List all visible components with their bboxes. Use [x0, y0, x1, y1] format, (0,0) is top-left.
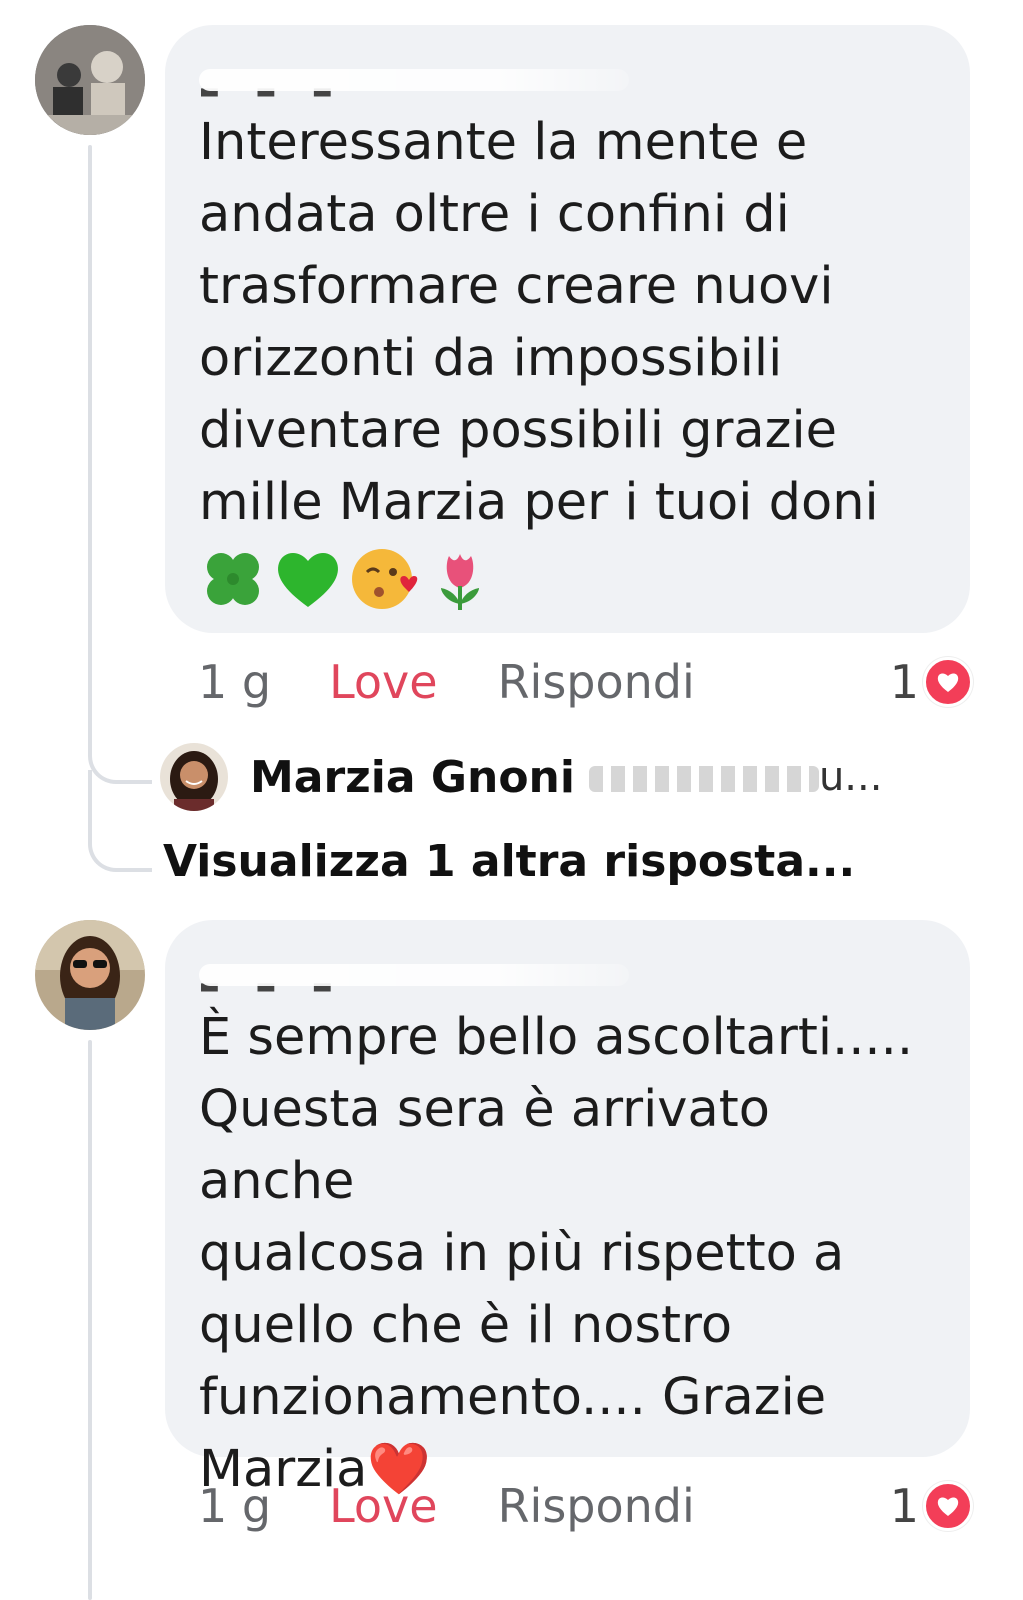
commenter-avatar[interactable] — [35, 25, 145, 135]
redacted-author-name[interactable]: ▬ ▬ ▬ — [199, 63, 629, 104]
green-heart-icon — [278, 552, 338, 607]
redacted-preview — [588, 766, 819, 792]
love-badge-icon — [923, 657, 973, 707]
commenter-avatar[interactable] — [35, 920, 145, 1030]
view-more-replies-link[interactable]: Visualizza 1 altra risposta... — [163, 836, 855, 887]
reply-author-name[interactable]: Marzia Gnoni — [250, 752, 575, 803]
reaction-summary[interactable]: 1 — [890, 655, 973, 709]
comment-bubble: ▬ ▬ ▬ È sempre bello ascoltarti..... Que… — [165, 920, 970, 1499]
comment-actions: 1 g Love Rispondi 1 — [198, 1476, 973, 1536]
tulip-icon — [441, 554, 479, 610]
love-reaction-button[interactable]: Love — [329, 655, 438, 709]
reply-button[interactable]: Rispondi — [498, 1479, 695, 1533]
comment-text: È sempre bello ascoltarti..... Questa se… — [199, 1008, 914, 1499]
four-leaf-clover-icon — [207, 553, 259, 605]
reply-preview-ending: u... — [818, 754, 883, 800]
comment-time: 1 g — [198, 1479, 272, 1533]
thread-line — [88, 1040, 92, 1600]
emoji-row — [199, 543, 940, 615]
reply-preview-text: u... — [588, 754, 883, 800]
comment-bubble: ▬ ▬ ▬ Interessante la mente e andata olt… — [165, 25, 970, 633]
reply-preview[interactable]: Marzia Gnoni u... — [160, 742, 980, 812]
thread-line — [88, 145, 92, 745]
reaction-count: 1 — [889, 655, 919, 709]
reply-author-avatar[interactable] — [160, 743, 228, 811]
comment-time: 1 g — [198, 655, 272, 709]
more-replies-connector — [88, 770, 152, 872]
redacted-author-name[interactable]: ▬ ▬ ▬ — [199, 958, 629, 999]
comment-text: Interessante la mente e andata oltre i c… — [199, 113, 879, 532]
comment-actions: 1 g Love Rispondi 1 — [198, 652, 973, 712]
love-reaction-button[interactable]: Love — [329, 1479, 438, 1533]
love-badge-icon — [923, 1481, 973, 1531]
kissing-face-icon — [352, 549, 418, 609]
reply-button[interactable]: Rispondi — [498, 655, 695, 709]
reaction-summary[interactable]: 1 — [890, 1479, 973, 1533]
reaction-count: 1 — [889, 1479, 919, 1533]
